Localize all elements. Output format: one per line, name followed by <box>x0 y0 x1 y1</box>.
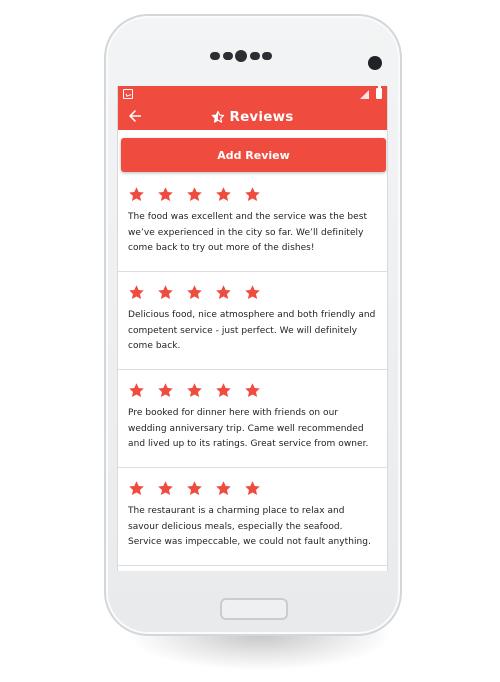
status-bar <box>118 86 387 103</box>
star-icon <box>216 285 231 300</box>
home-button[interactable] <box>220 598 288 620</box>
star-icon <box>129 481 144 496</box>
star-icon <box>216 187 231 202</box>
add-review-button-label: Add Review <box>217 148 290 162</box>
review-item: Delicious food, nice atmosphere and both… <box>118 272 387 370</box>
star-icon <box>245 187 260 202</box>
review-item: Pre booked for dinner here with friends … <box>118 370 387 468</box>
review-item: The food was excellent and the service w… <box>118 174 387 272</box>
app-title-group: Reviews <box>118 103 387 130</box>
review-text: The food was excellent and the service w… <box>128 212 368 253</box>
star-icon <box>245 285 260 300</box>
add-review-button[interactable]: Add Review <box>121 138 386 172</box>
star-half-icon <box>212 110 225 123</box>
star-rating <box>128 480 377 498</box>
phone-screen: Reviews Add Review The food was excellen… <box>117 86 388 571</box>
review-text: Delicious food, nice atmosphere and both… <box>128 310 376 351</box>
star-icon <box>245 383 260 398</box>
star-icon <box>129 285 144 300</box>
review-item <box>118 566 387 571</box>
page-title: Reviews <box>229 108 294 125</box>
app-bar: Reviews <box>118 103 387 130</box>
review-text: The restaurant is a charming place to re… <box>128 506 371 547</box>
star-rating <box>128 284 377 302</box>
star-icon <box>158 481 173 496</box>
star-icon <box>245 481 260 496</box>
star-icon <box>187 187 202 202</box>
signal-icon <box>360 90 369 99</box>
star-icon <box>216 481 231 496</box>
review-text: Pre booked for dinner here with friends … <box>128 408 369 449</box>
star-icon <box>187 285 202 300</box>
star-icon <box>158 285 173 300</box>
star-rating <box>128 186 377 204</box>
star-icon <box>129 383 144 398</box>
star-icon <box>187 481 202 496</box>
speaker-grille <box>210 50 272 62</box>
stage: Reviews Add Review The food was excellen… <box>0 0 500 682</box>
star-icon <box>158 383 173 398</box>
star-icon <box>129 187 144 202</box>
front-camera <box>368 56 382 70</box>
review-list: The food was excellent and the service w… <box>118 174 387 571</box>
battery-icon <box>376 86 382 99</box>
star-icon <box>216 383 231 398</box>
image-icon <box>123 89 133 99</box>
review-item: The restaurant is a charming place to re… <box>118 468 387 566</box>
star-icon <box>187 383 202 398</box>
star-rating <box>128 382 377 400</box>
star-icon <box>158 187 173 202</box>
